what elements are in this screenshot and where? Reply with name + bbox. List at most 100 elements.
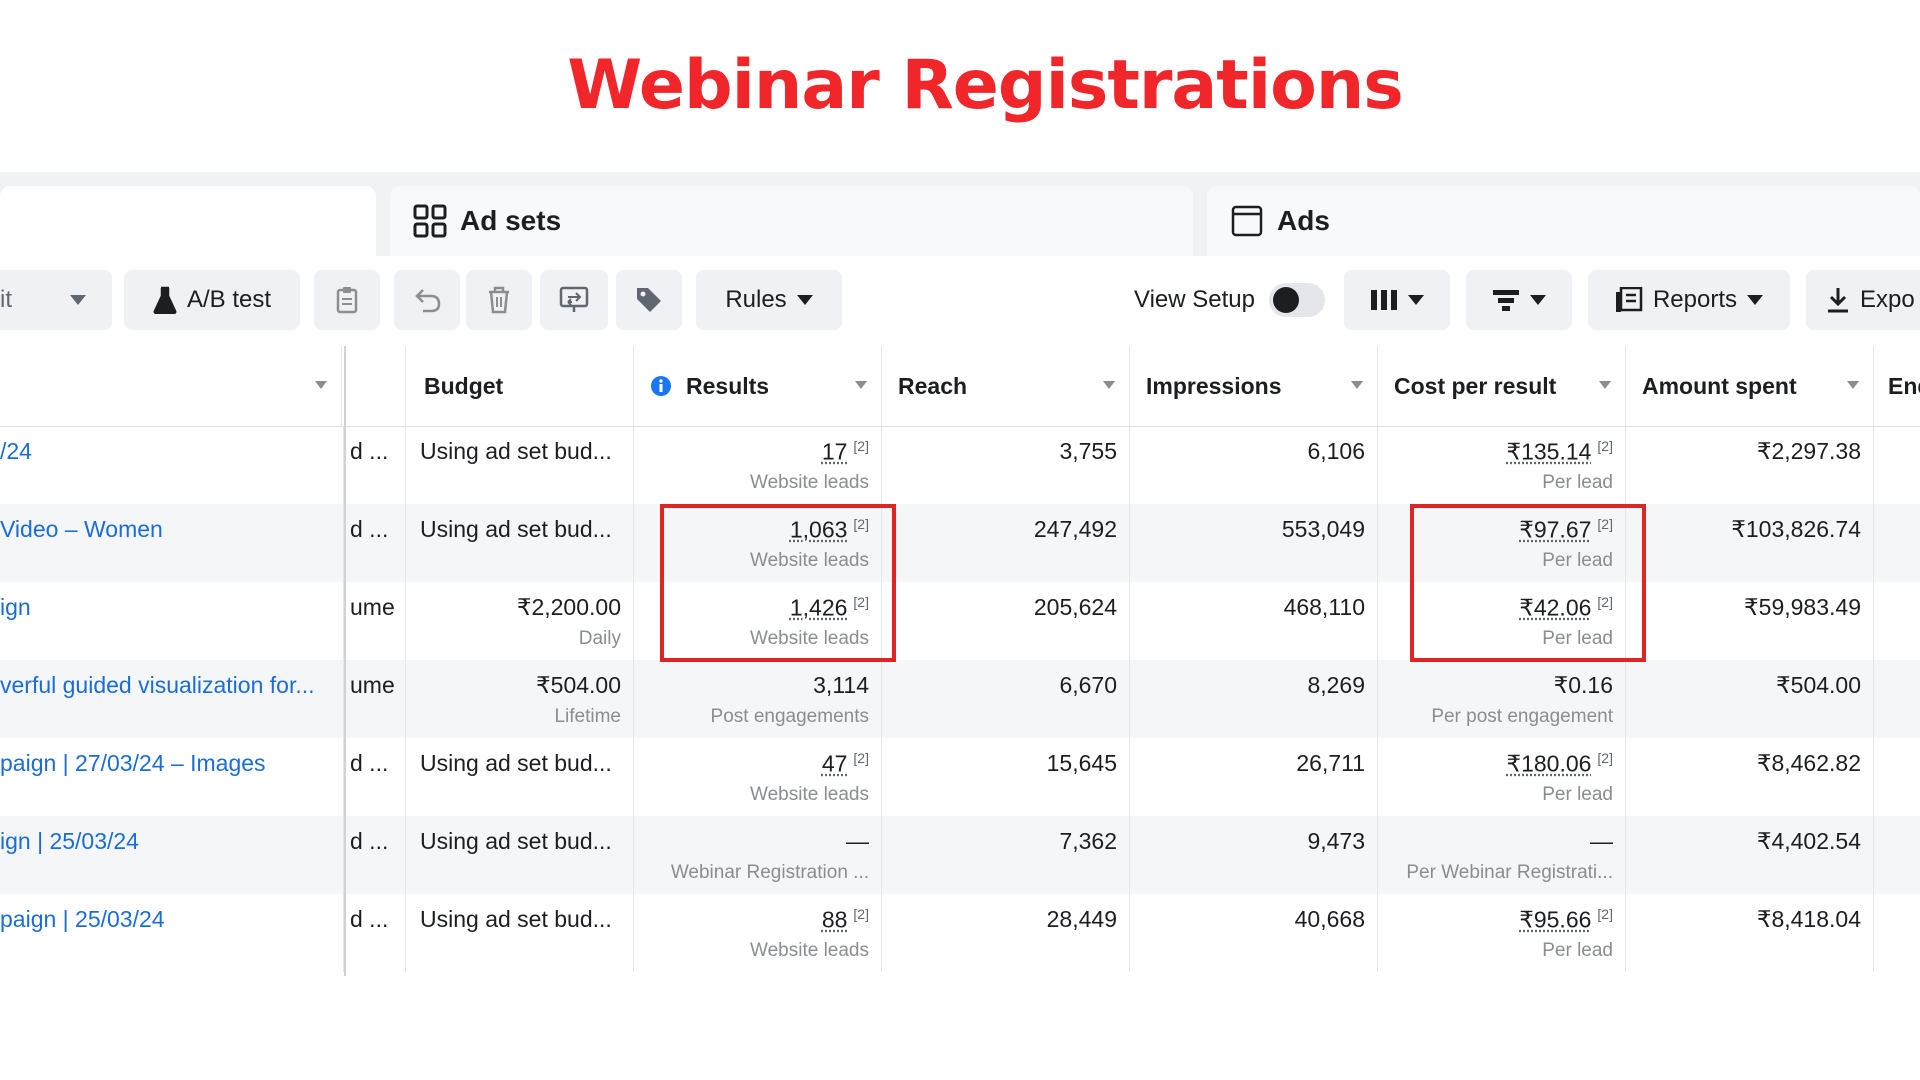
row-reach: 247,492 <box>1034 516 1117 543</box>
cell-results: 17 [2] Website leads <box>634 426 882 504</box>
table-row[interactable]: /24 d ... Using ad set bud... 17 [2] Website … <box>0 426 1920 504</box>
undo-button[interactable] <box>394 270 460 330</box>
header-ends[interactable]: End <box>1874 346 1920 426</box>
row-results-value[interactable]: 17 <box>822 439 848 465</box>
cell-reach: 3,755 <box>882 426 1130 504</box>
breakdown-button[interactable] <box>1466 270 1572 330</box>
row-reach: 6,670 <box>1059 672 1117 699</box>
cell-results: 47 [2] Website leads <box>634 738 882 816</box>
cell-ends <box>1874 504 1920 582</box>
tag-button[interactable] <box>616 270 682 330</box>
edit-dropdown-button[interactable] <box>44 270 112 330</box>
row-name-link[interactable]: /24 <box>0 438 32 465</box>
header-reach[interactable]: Reach <box>882 346 1130 426</box>
cell-reach: 28,449 <box>882 894 1130 972</box>
tab-ads[interactable]: Ads <box>1207 186 1920 256</box>
row-name-link[interactable]: verful guided visualization for... <box>0 672 315 699</box>
row-budget: ₹504.00 <box>536 672 621 699</box>
cell-budget: Using ad set bud... <box>406 426 634 504</box>
table-row[interactable]: paign | 25/03/24 d ... Using ad set bud...… <box>0 894 1920 972</box>
row-results-value[interactable]: 47 <box>822 751 848 777</box>
footnote-marker: [2] <box>1597 750 1613 766</box>
row-bid-strategy: d ... <box>350 516 388 543</box>
row-amount-spent: ₹8,462.82 <box>1757 750 1861 777</box>
chevron-down-icon <box>1408 295 1424 305</box>
row-cost-value[interactable]: ₹95.66 <box>1519 907 1591 933</box>
row-results-type: Website leads <box>750 784 869 806</box>
cell-reach: 15,645 <box>882 738 1130 816</box>
preview-button[interactable] <box>540 270 608 330</box>
duplicate-button[interactable] <box>314 270 380 330</box>
header-ends-label: End <box>1888 373 1920 400</box>
row-impressions: 468,110 <box>1284 594 1365 621</box>
table-row[interactable]: paign | 27/03/24 – Images d ... Using ad s… <box>0 738 1920 816</box>
row-bid-strategy: d ... <box>350 438 388 465</box>
row-budget: Using ad set bud... <box>420 516 612 543</box>
table-header: Budget Results Reach Impressions Cost pe… <box>0 346 1920 427</box>
page-headline: Webinar Registrations <box>0 46 1920 125</box>
frozen-column-divider <box>344 346 346 976</box>
ab-test-button[interactable]: A/B test <box>124 270 300 330</box>
cost-highlight-box <box>1410 504 1646 662</box>
row-name-link[interactable]: paign | 27/03/24 – Images <box>0 750 266 777</box>
header-impressions[interactable]: Impressions <box>1130 346 1378 426</box>
row-reach: 205,624 <box>1034 594 1117 621</box>
row-cost-type: Per lead <box>1542 940 1613 962</box>
rules-button[interactable]: Rules <box>696 270 842 330</box>
cell-cost: ₹180.06 [2] Per lead <box>1378 738 1626 816</box>
header-results[interactable]: Results <box>634 346 882 426</box>
download-icon <box>1826 286 1850 314</box>
cell-bid: d ... <box>346 816 406 894</box>
row-results-value[interactable]: 88 <box>822 907 848 933</box>
header-budget[interactable]: Budget <box>406 346 634 426</box>
row-amount-spent: ₹103,826.74 <box>1731 516 1861 543</box>
table-row[interactable]: verful guided visualization for... ume ₹50… <box>0 660 1920 738</box>
row-cost-type: Per post engagement <box>1431 706 1613 728</box>
row-cost-value: ₹0.16 <box>1554 672 1613 698</box>
row-budget-type: Daily <box>579 628 621 650</box>
row-name-link[interactable]: paign | 25/03/24 <box>0 906 165 933</box>
view-setup-toggle[interactable] <box>1269 283 1325 317</box>
cell-cost: ₹95.66 [2] Per lead <box>1378 894 1626 972</box>
cell-impressions: 6,106 <box>1130 426 1378 504</box>
row-name-link[interactable]: Video – Women <box>0 516 163 543</box>
header-bid[interactable] <box>346 346 406 426</box>
footnote-marker: [2] <box>853 906 869 922</box>
row-cost-type: Per Webinar Registrati... <box>1406 862 1613 884</box>
view-setup-label: View Setup <box>1134 286 1255 314</box>
row-results-type: Website leads <box>750 472 869 494</box>
row-name-link[interactable]: ign <box>0 594 31 621</box>
preview-swap-icon <box>559 286 589 314</box>
row-budget: ₹2,200.00 <box>517 594 621 621</box>
table-row[interactable]: ign | 25/03/24 d ... Using ad set bud... — W… <box>0 816 1920 894</box>
header-cost-per-result[interactable]: Cost per result <box>1378 346 1626 426</box>
ab-test-label: A/B test <box>187 286 271 314</box>
header-amount-spent[interactable]: Amount spent <box>1626 346 1874 426</box>
cell-results: — Webinar Registration ... <box>634 816 882 894</box>
cell-impressions: 26,711 <box>1130 738 1378 816</box>
info-icon <box>650 375 672 397</box>
flask-icon <box>153 286 177 314</box>
header-budget-label: Budget <box>424 373 503 400</box>
row-results: 47 [2] <box>822 750 869 778</box>
delete-button[interactable] <box>466 270 532 330</box>
tab-ad-sets[interactable]: Ad sets <box>390 186 1193 256</box>
cell-cost: — Per Webinar Registrati... <box>1378 816 1626 894</box>
row-name-link[interactable]: ign | 25/03/24 <box>0 828 139 855</box>
tab-ad-sets-label: Ad sets <box>460 205 561 237</box>
columns-button[interactable] <box>1344 270 1450 330</box>
reports-button[interactable]: Reports <box>1588 270 1790 330</box>
row-cost-value[interactable]: ₹180.06 <box>1506 751 1591 777</box>
tab-campaigns[interactable] <box>0 186 376 256</box>
export-button[interactable]: Expo <box>1806 270 1920 330</box>
cell-budget: Using ad set bud... <box>406 738 634 816</box>
row-cost-per-result: ₹0.16 <box>1554 672 1613 699</box>
row-cost-value[interactable]: ₹135.14 <box>1506 439 1591 465</box>
chevron-down-icon <box>1747 295 1763 305</box>
row-cost-type: Per lead <box>1542 472 1613 494</box>
header-name[interactable] <box>0 346 342 426</box>
cell-impressions: 8,269 <box>1130 660 1378 738</box>
row-results: — <box>846 828 869 855</box>
tag-icon <box>635 286 663 314</box>
row-bid-strategy: d ... <box>350 828 388 855</box>
